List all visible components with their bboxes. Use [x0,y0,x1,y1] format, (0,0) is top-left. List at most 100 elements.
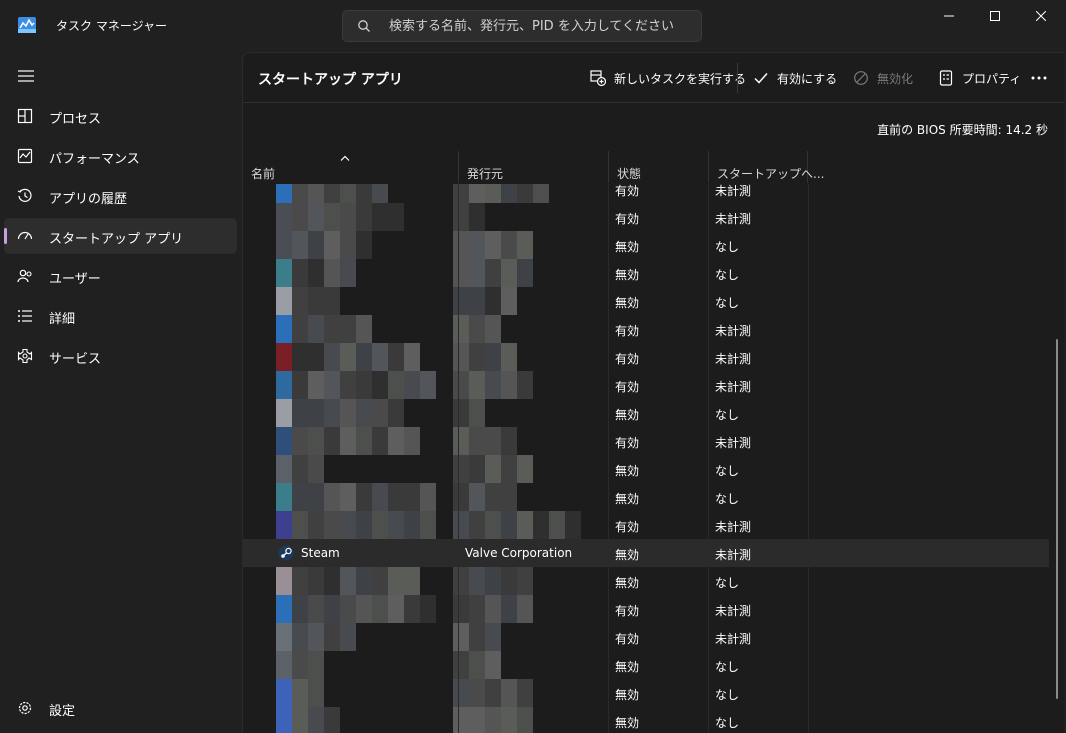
app-status: 無効 [615,268,640,282]
table-row[interactable]: 無効 なし [243,287,1049,315]
app-status: 無効 [615,660,640,674]
app-startup-impact: なし [715,240,740,254]
app-startup-impact: なし [715,688,740,702]
run-new-task-button[interactable]: 新しいタスクを実行する [590,65,746,91]
table-row[interactable]: 無効 なし [243,679,1049,707]
app-title: タスク マネージャー [56,19,167,33]
sidebar-item-label: 詳細 [49,312,76,327]
search-box[interactable] [342,10,702,42]
table-row[interactable]: 有効 未計測 [243,184,1049,203]
sidebar-item-label: ユーザー [49,272,101,287]
column-header-status[interactable]: 状態 [608,151,708,183]
app-status: 無効 [615,296,640,310]
active-indicator [4,228,7,244]
sidebar-item-label: スタートアップ アプリ [49,232,184,247]
table-row[interactable]: 無効 なし [243,567,1049,595]
sidebar-item-details[interactable]: 詳細 [4,298,237,334]
sidebar-item-label: プロセス [49,112,102,127]
app-status: 有効 [615,184,640,198]
table-row[interactable]: Steam Valve Corporation 無効 未計測 [243,539,1049,567]
sort-ascending-icon [340,155,350,161]
app-startup-impact: 未計測 [715,520,752,534]
search-input[interactable] [389,11,689,41]
table-row[interactable]: 有効 未計測 [243,511,1049,539]
app-startup-impact: なし [715,464,740,478]
column-header-name[interactable]: 名前 [243,151,458,183]
title-bar: タスク マネージャー [0,0,1066,52]
app-startup-impact: なし [715,408,740,422]
toolbar: スタートアップ アプリ 新しいタスクを実行する 有効にする 無効化 プロパティ [243,53,1065,103]
sidebar-item-services[interactable]: サービス [4,338,237,374]
sidebar: プロセス パフォーマンス アプリの履歴 スタートアップ アプリ ユーザー 詳細 … [0,52,242,733]
app-startup-impact: 未計測 [715,184,752,198]
table-row[interactable]: 有効 未計測 [243,595,1049,623]
table-row[interactable]: 無効 なし [243,651,1049,679]
table-row[interactable]: 有効 未計測 [243,427,1049,455]
vertical-scrollbar[interactable] [1053,184,1061,733]
sidebar-item-processes[interactable]: プロセス [4,98,237,134]
table-row[interactable]: 無効 なし [243,231,1049,259]
performance-icon [17,148,33,164]
app-startup-impact: なし [715,492,740,506]
table-row[interactable]: 無効 なし [243,483,1049,511]
app-startup-impact: なし [715,268,740,282]
minimize-button[interactable] [926,0,972,32]
column-header-startup-impact[interactable]: スタートアップへ... [708,151,824,183]
hamburger-menu-icon[interactable] [18,70,34,82]
table-row[interactable]: 有効 未計測 [243,371,1049,399]
page-title: スタートアップ アプリ [258,72,403,88]
sidebar-item-users[interactable]: ユーザー [4,258,237,294]
table-row[interactable]: 有効 未計測 [243,315,1049,343]
app-name: Steam [301,546,340,560]
app-status: 有効 [615,436,640,450]
app-status: 有効 [615,212,640,226]
app-startup-impact: 未計測 [715,352,752,366]
table-row[interactable]: 有効 未計測 [243,203,1049,231]
sidebar-item-startup-apps[interactable]: スタートアップ アプリ [4,218,237,254]
app-status: 有効 [615,380,640,394]
app-startup-impact: 未計測 [715,632,752,646]
app-startup-impact: なし [715,660,740,674]
properties-button[interactable]: プロパティ [938,65,1021,91]
app-startup-impact: なし [715,716,740,730]
disable-button[interactable]: 無効化 [853,65,913,91]
steam-icon [278,545,294,561]
search-icon [358,20,370,32]
scrollbar-thumb[interactable] [1056,339,1058,699]
sidebar-item-performance[interactable]: パフォーマンス [4,138,237,174]
app-publisher: Valve Corporation [465,546,573,560]
table-row[interactable]: 無効 なし [243,707,1049,733]
app-startup-impact: 未計測 [715,548,752,562]
maximize-button[interactable] [972,0,1018,32]
disable-icon [854,71,868,85]
gear-icon [18,701,32,715]
close-button[interactable] [1018,0,1064,32]
sidebar-item-app-history[interactable]: アプリの履歴 [4,178,237,214]
column-header-publisher[interactable]: 発行元 [458,151,608,183]
table-row[interactable]: 有効 未計測 [243,343,1049,371]
new-task-icon [590,70,606,86]
app-status: 有効 [615,520,640,534]
task-manager-icon [18,17,36,33]
column-divider [608,184,609,733]
enable-button[interactable]: 有効にする [753,65,837,91]
column-divider [708,184,709,733]
sidebar-item-settings[interactable]: 設定 [4,690,237,726]
properties-icon [939,70,953,86]
app-status: 無効 [615,688,640,702]
toolbar-separator [737,63,738,93]
history-icon [17,188,32,202]
app-startup-impact: 未計測 [715,604,752,618]
bios-time: 直前の BIOS 所要時間: 14.2 秒 [877,121,1048,138]
table-row[interactable]: 有効 未計測 [243,623,1049,651]
app-status: 無効 [615,716,640,730]
table-row[interactable]: 無効 なし [243,455,1049,483]
more-options-button[interactable] [1027,65,1051,91]
app-status: 無効 [615,240,640,254]
settings-label: 設定 [49,704,76,719]
app-status: 有効 [615,324,640,338]
table-row[interactable]: 無効 なし [243,399,1049,427]
startup-app-list: 有効 未計測 有効 未計測 無効 なし 無効 なし 無効 なし 有効 未計測 有効 未計測 有効 未計測 無効な… [243,184,1049,733]
details-icon [18,310,32,322]
table-row[interactable]: 無効 なし [243,259,1049,287]
